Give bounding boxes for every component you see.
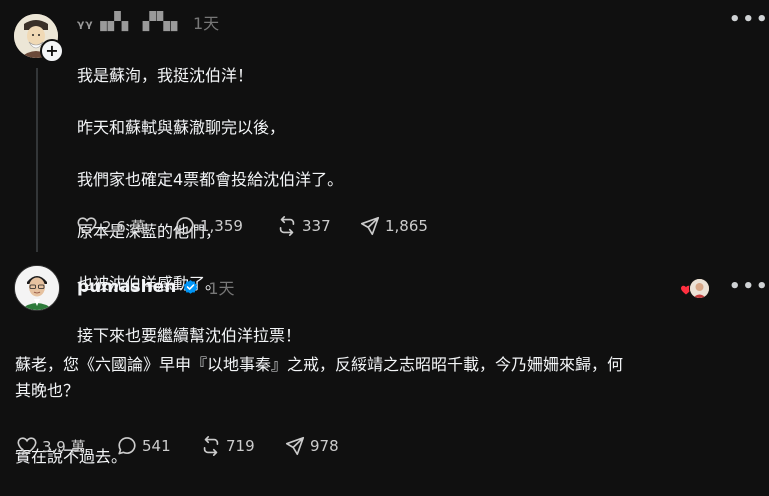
more-dots-icon[interactable]: ••• [729, 276, 769, 297]
post1-line: 我是蘇洵，我挺沈伯洋！ [77, 66, 254, 85]
thread-line [36, 68, 38, 252]
repost-count: 337 [302, 217, 331, 235]
repost-button[interactable]: 337 [276, 215, 331, 237]
repost-icon [203, 436, 219, 456]
follow-plus-button[interactable]: + [40, 39, 64, 63]
like-count: 2.6 萬 [102, 217, 146, 236]
heart-icon [17, 437, 37, 455]
like-button[interactable]: 3.9 萬 [16, 435, 86, 457]
post1-line: 昨天和蘇軾與蘇澈聊完以後， [77, 118, 286, 137]
comment-icon [118, 437, 136, 455]
verified-badge-icon [184, 279, 198, 294]
share-button[interactable]: 1,865 [359, 215, 428, 237]
share-button[interactable]: 978 [284, 435, 339, 457]
post2-body: 蘇老，您《六國論》早申『以地事秦』之戒，反綏靖之志昭昭千載，今乃姍姍來歸，何 其… [15, 326, 755, 496]
avatar-photo [15, 266, 59, 310]
post1-line: 我們家也確定4票都會投給沈伯洋了。 [77, 170, 344, 189]
heart-icon [77, 217, 97, 235]
repost-count: 719 [226, 437, 255, 455]
share-count: 1,865 [385, 217, 428, 235]
post2-username[interactable]: pumashen [77, 277, 176, 297]
more-dots-icon[interactable]: ••• [729, 9, 769, 30]
post1-body: 我是蘇洵，我挺沈伯洋！ 昨天和蘇軾與蘇澈聊完以後， 我們家也確定4票都會投給沈伯… [77, 37, 343, 375]
post1-timestamp[interactable]: 1天 [193, 10, 219, 34]
share-icon [360, 216, 380, 236]
like-count: 3.9 萬 [42, 437, 86, 456]
repost-button[interactable]: 719 [200, 435, 255, 457]
liker-avatar [689, 278, 710, 299]
comment-button[interactable]: 541 [116, 435, 171, 457]
avatar[interactable] [14, 265, 60, 311]
post2-paragraph: 蘇老，您《六國論》早申『以地事秦』之戒，反綏靖之志昭昭千載，今乃姍姍來歸，何 其… [15, 355, 624, 400]
comment-icon [176, 217, 194, 235]
repost-icon [279, 216, 295, 236]
like-button[interactable]: 2.6 萬 [76, 215, 146, 237]
post1-username[interactable]: ᵧᵧ▗▞▖ ▞▚▖ [77, 12, 185, 32]
share-icon [285, 436, 305, 456]
post2-timestamp[interactable]: 1天 [208, 275, 234, 299]
comment-count: 1,359 [200, 217, 243, 235]
liked-by-avatars[interactable] [680, 278, 710, 300]
comment-count: 541 [142, 437, 171, 455]
comment-button[interactable]: 1,359 [174, 215, 243, 237]
share-count: 978 [310, 437, 339, 455]
